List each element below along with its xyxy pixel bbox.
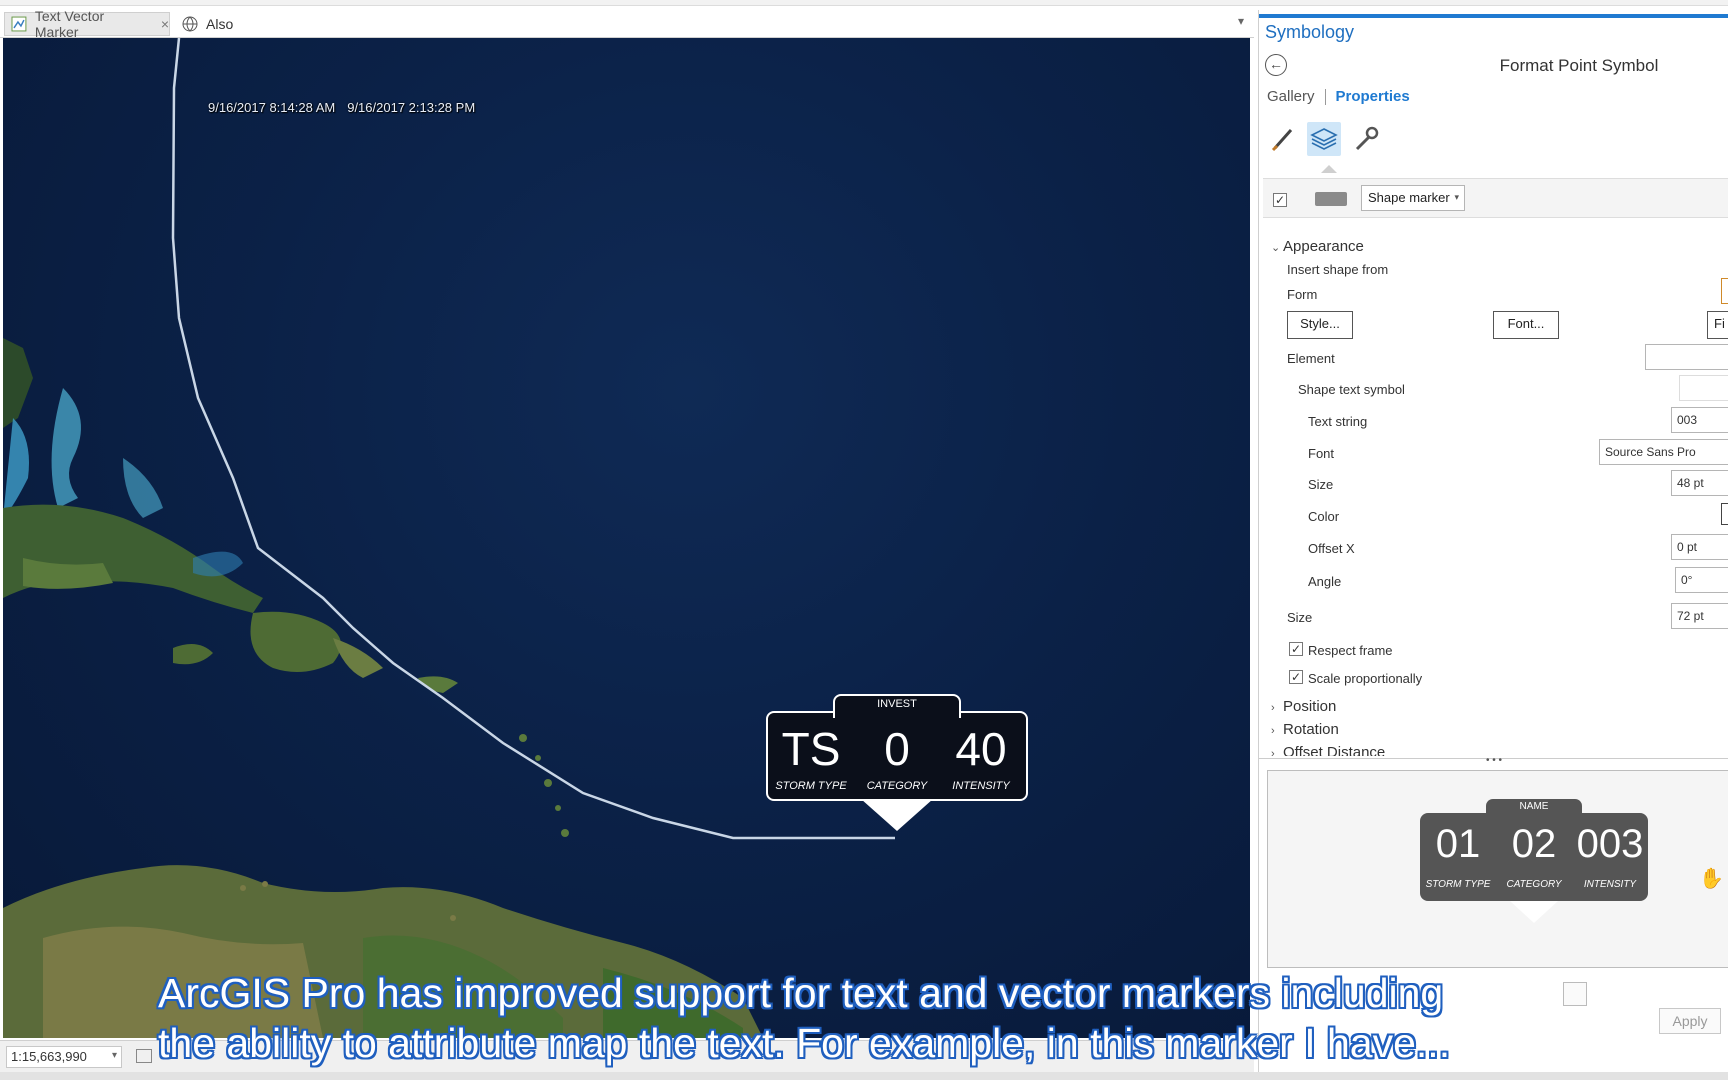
window-bottom-edge (0, 1072, 1728, 1080)
size-label: Size (1308, 477, 1334, 492)
globe-icon (182, 16, 198, 32)
marker-size-label: Size (1287, 610, 1313, 625)
caption-line-2: the ability to attribute map the text. F… (158, 1020, 1451, 1066)
chevron-down-icon[interactable]: ▾ (1238, 14, 1244, 28)
respect-frame-checkbox[interactable]: ✓ (1289, 642, 1303, 656)
caption-line-1: ArcGIS Pro has improved support for text… (158, 970, 1444, 1016)
respect-frame-label: Respect frame (1308, 643, 1393, 658)
scale-proportionally-checkbox[interactable]: ✓ (1289, 670, 1303, 684)
storm-marker[interactable]: INVEST TS 0 40 STORM TYPE CATEGORY INTEN… (763, 694, 1031, 836)
preview-value-2: 02 (1511, 822, 1557, 866)
element-dropdown[interactable] (1645, 344, 1728, 370)
ribbon-edge (0, 0, 1728, 6)
scale-selector[interactable]: 1:15,663,990 ▾ (6, 1046, 122, 1068)
storm-type-value: TS (781, 723, 841, 775)
text-size-input[interactable]: 48 pt (1671, 470, 1728, 496)
color-label: Color (1308, 509, 1340, 524)
font-button[interactable]: Font... (1493, 311, 1559, 339)
offset-x-input[interactable]: 0 pt (1671, 534, 1728, 560)
basemap-imagery (3, 38, 895, 1038)
section-position[interactable]: › Position (1271, 698, 1336, 715)
preview-value-3: 003 (1576, 822, 1644, 866)
style-button[interactable]: Style... (1287, 311, 1353, 339)
intensity-value: 40 (955, 723, 1007, 775)
time-start: 9/16/2017 8:14:28 AM (208, 100, 336, 115)
angle-input[interactable]: 0° (1675, 567, 1728, 593)
preview-value-1: 01 (1435, 822, 1481, 866)
section-offset-distance[interactable]: › Offset Distance (1271, 744, 1385, 756)
shape-text-symbol-field[interactable] (1679, 375, 1728, 401)
layer-type-value: Shape marker (1368, 190, 1450, 205)
pan-hand-icon[interactable]: ✋ (1699, 866, 1724, 891)
brush-icon[interactable] (1267, 122, 1301, 156)
time-end: 9/16/2017 2:13:28 PM (347, 100, 476, 115)
tab-also[interactable]: Also (178, 12, 268, 36)
pane-subtitle: Format Point Symbol (1499, 56, 1659, 75)
video-caption: ArcGIS Pro has improved support for text… (158, 968, 1578, 1068)
map-view[interactable]: 9/16/2017 8:14:28 AM 9/16/2017 2:13:28 PM… (3, 38, 1250, 1038)
tab-properties[interactable]: Properties (1336, 88, 1410, 105)
layers-icon[interactable] (1307, 122, 1341, 156)
property-tool-tabs (1267, 122, 1387, 162)
element-label: Element (1287, 351, 1335, 366)
insert-shape-from-label: Insert shape from (1287, 262, 1389, 277)
map-icon (11, 16, 27, 32)
angle-label: Angle (1308, 574, 1342, 589)
section-appearance[interactable]: ⌄ Appearance (1271, 238, 1364, 255)
view-tab-bar: Text Vector Marker × Also ▾ (0, 8, 1254, 40)
chevron-right-icon: › (1271, 748, 1275, 756)
preview-marker: NAME 01 02 003 STORM TYPE CATEGORY INTEN… (1420, 799, 1648, 929)
marker-size-input[interactable]: 72 pt (1671, 603, 1728, 629)
section-rotation[interactable]: › Rotation (1271, 721, 1339, 738)
tab-label: Also (206, 16, 234, 32)
symbol-layer-row: ✓ Shape marker ▾ (1263, 178, 1728, 218)
close-icon[interactable]: × (161, 16, 169, 32)
marker-pointer (861, 799, 933, 831)
preview-header: NAME (1519, 801, 1549, 812)
category-value: 0 (884, 723, 910, 775)
chevron-down-icon: ▾ (1454, 192, 1459, 202)
tab-gallery[interactable]: Gallery (1267, 88, 1315, 105)
pane-tabs: Gallery Properties (1267, 88, 1410, 105)
color-swatch[interactable] (1721, 503, 1728, 525)
layer-thumbnail (1315, 192, 1347, 206)
text-string-label: Text string (1308, 414, 1368, 429)
symbol-preview: NAME 01 02 003 STORM TYPE CATEGORY INTEN… (1267, 770, 1728, 968)
chevron-right-icon: › (1271, 702, 1275, 714)
storm-type-label: STORM TYPE (775, 780, 847, 792)
grid-icon[interactable] (136, 1049, 152, 1063)
splitter-handle[interactable]: • • • (1259, 756, 1728, 766)
intensity-label: INTENSITY (952, 780, 1010, 792)
tab-label: Text Vector Marker (34, 8, 105, 40)
layer-type-dropdown[interactable]: Shape marker ▾ (1361, 185, 1465, 211)
scale-value: 1:15,663,990 (11, 1049, 87, 1064)
offset-x-label: Offset X (1308, 541, 1355, 556)
symbology-pane: Symbology ← Format Point Symbol Gallery … (1258, 10, 1728, 1072)
pane-title: Symbology (1265, 22, 1355, 42)
apply-button[interactable]: Apply (1659, 1008, 1721, 1034)
shape-text-symbol-label: Shape text symbol (1298, 382, 1405, 397)
pane-accent-bar (1259, 14, 1728, 18)
tab-text-vector-marker[interactable]: Text Vector Marker × (4, 8, 170, 40)
font-label: Font (1308, 446, 1335, 461)
scale-proportionally-label: Scale proportionally (1308, 671, 1423, 686)
font-dropdown[interactable]: Source Sans Pro (1599, 439, 1728, 465)
time-slider-label: 9/16/2017 8:14:28 AM 9/16/2017 2:13:28 PM (208, 100, 475, 115)
form-option[interactable] (1721, 278, 1728, 304)
chevron-down-icon: ⌄ (1271, 242, 1281, 254)
file-button[interactable]: Fi (1707, 311, 1728, 339)
marker-header: INVEST (877, 698, 917, 710)
chevron-down-icon: ▾ (111, 1050, 117, 1061)
preview-label-3: INTENSITY (1583, 879, 1637, 890)
chevron-right-icon: › (1271, 725, 1275, 737)
back-arrow-icon[interactable]: ← (1265, 54, 1287, 76)
form-label: Form (1287, 287, 1318, 302)
app-window: Text Vector Marker × Also ▾ 9/16/2017 8:… (0, 0, 1728, 1080)
layer-visibility-checkbox[interactable]: ✓ (1273, 193, 1287, 207)
text-string-input[interactable]: 003 (1671, 407, 1728, 433)
wrench-icon[interactable] (1349, 122, 1383, 156)
